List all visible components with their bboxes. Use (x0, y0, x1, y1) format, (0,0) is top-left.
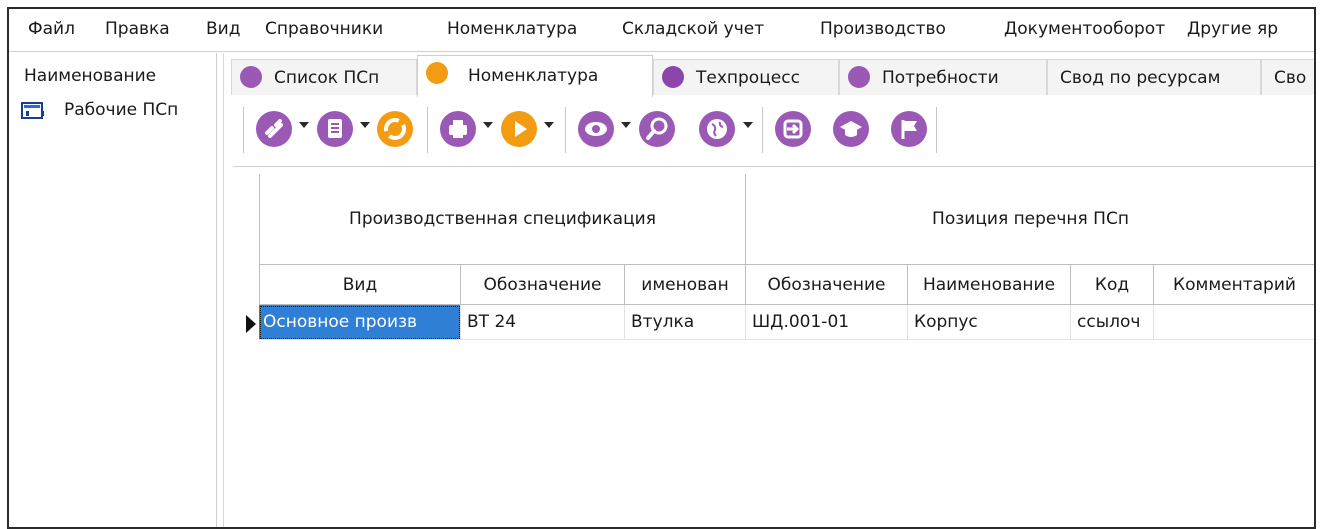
column-header-position-designation[interactable]: Обозначение (746, 265, 908, 305)
globe-button[interactable] (698, 110, 736, 148)
menu-edit[interactable]: Правка (105, 19, 170, 39)
tab-label: Потребности (882, 68, 999, 88)
document-icon (426, 62, 448, 84)
menu-warehouse[interactable]: Складской учет (622, 19, 764, 39)
document-button[interactable] (316, 110, 354, 148)
toolbar-separator (427, 107, 428, 153)
application-window: Файл Правка Вид Справочники Номенклатура… (7, 7, 1316, 529)
cell-type[interactable]: Основное произв (259, 305, 461, 340)
view-dropdown[interactable] (621, 122, 631, 128)
play-icon (501, 111, 537, 147)
column-header-code[interactable]: Код (1071, 265, 1154, 305)
tab-label: Список ПСп (274, 68, 380, 88)
tab-label: Свод по ресурсам (1060, 68, 1221, 88)
cell-position-designation[interactable]: ШД.001-01 (746, 305, 908, 340)
refresh-button[interactable] (376, 110, 414, 148)
flag-icon (891, 111, 927, 147)
tab-label: Техпроцесс (696, 68, 800, 88)
tab-overflow[interactable]: Сво (1261, 59, 1314, 95)
toolbar-separator (243, 107, 244, 153)
education-button[interactable] (832, 110, 870, 148)
search-button[interactable] (638, 110, 676, 148)
link-icon (256, 111, 292, 147)
tab-spec-list[interactable]: Список ПСп (231, 59, 417, 95)
globe-dropdown[interactable] (743, 122, 753, 128)
panel-header: Наименование (24, 66, 157, 86)
toolbar-separator (565, 107, 566, 153)
row-indicator-column (233, 167, 262, 527)
link-dropdown[interactable] (299, 122, 309, 128)
document-icon (317, 111, 353, 147)
data-grid: Производственная спецификация Позиция пе… (233, 166, 1314, 527)
cell-code[interactable]: ссылоч (1071, 305, 1154, 340)
band-header-production-spec: Производственная спецификация (259, 174, 746, 265)
column-header-name[interactable]: именован (625, 265, 746, 305)
tab-requirements[interactable]: Потребности (839, 59, 1047, 95)
tab-bar: Список ПСп Номенклатура Техпроцесс Потре… (231, 53, 1314, 97)
cell-comment[interactable] (1154, 305, 1314, 340)
tab-resource-summary[interactable]: Свод по ресурсам (1047, 59, 1261, 95)
tab-nomenclature[interactable]: Номенклатура (417, 55, 653, 97)
tab-label: Номенклатура (468, 66, 599, 86)
print-dropdown[interactable] (483, 122, 493, 128)
puzzle-icon (240, 66, 262, 88)
toolbar-separator (762, 107, 763, 153)
navigation-panel: Наименование Рабочие ПСп (9, 53, 217, 527)
search-icon (639, 111, 675, 147)
panel-splitter[interactable] (223, 53, 224, 527)
graduation-cap-icon (833, 111, 869, 147)
cell-name[interactable]: Втулка (625, 305, 746, 340)
refresh-icon (377, 111, 413, 147)
table-icon (21, 102, 44, 119)
column-header-comment[interactable]: Комментарий (1154, 265, 1314, 305)
tag-icon (848, 66, 870, 88)
tab-label: Сво (1274, 68, 1307, 88)
tree-item-label: Рабочие ПСп (64, 100, 179, 120)
view-button[interactable] (577, 110, 615, 148)
link-button[interactable] (255, 110, 293, 148)
tab-techprocess[interactable]: Техпроцесс (653, 59, 839, 95)
menu-bar: Файл Правка Вид Справочники Номенклатура… (9, 9, 1314, 52)
printer-icon (440, 111, 476, 147)
flag-button[interactable] (890, 110, 928, 148)
cell-designation[interactable]: ВТ 24 (461, 305, 625, 340)
globe-icon (699, 111, 735, 147)
column-header-type[interactable]: Вид (259, 265, 461, 305)
toolbar (231, 97, 1314, 159)
menu-other[interactable]: Другие яр (1187, 19, 1278, 39)
menu-production[interactable]: Производство (820, 19, 946, 39)
enter-icon (775, 111, 811, 147)
band-header-spec-position: Позиция перечня ПСп (746, 174, 1314, 265)
menu-view[interactable]: Вид (206, 19, 240, 39)
run-button[interactable] (500, 110, 538, 148)
band-label: Позиция перечня ПСп (932, 209, 1129, 229)
document-dropdown[interactable] (360, 122, 370, 128)
column-header-position-name[interactable]: Наименование (908, 265, 1071, 305)
band-label: Производственная спецификация (349, 209, 656, 229)
cell-position-name[interactable]: Корпус (908, 305, 1071, 340)
menu-nomenclature[interactable]: Номенклатура (447, 19, 577, 39)
current-row-arrow-icon (246, 315, 256, 333)
toolbar-separator (936, 107, 937, 153)
column-header-designation[interactable]: Обозначение (461, 265, 625, 305)
enter-button[interactable] (774, 110, 812, 148)
menu-references[interactable]: Справочники (265, 19, 383, 39)
menu-file[interactable]: Файл (28, 19, 75, 39)
eye-icon (578, 111, 614, 147)
run-dropdown[interactable] (544, 122, 554, 128)
gears-icon (662, 66, 684, 88)
print-button[interactable] (439, 110, 477, 148)
menu-document-flow[interactable]: Документооборот (1004, 19, 1165, 39)
